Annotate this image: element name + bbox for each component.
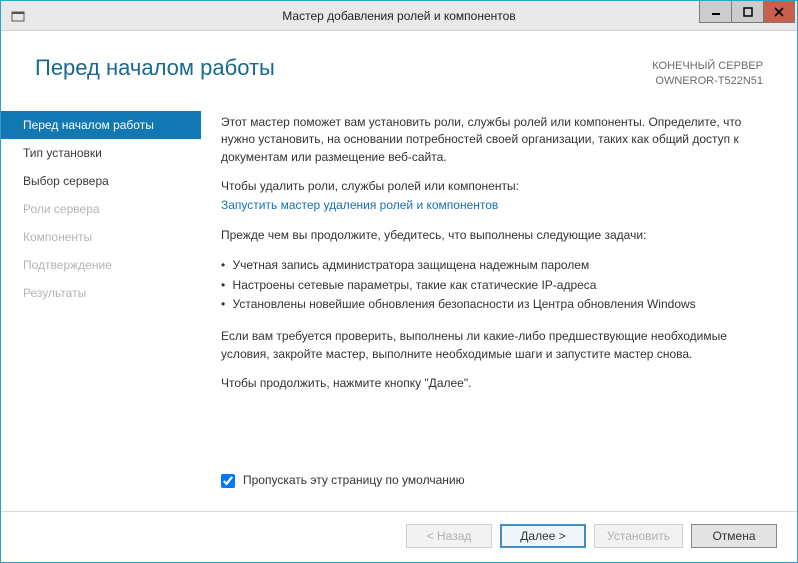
- prereq-intro: Прежде чем вы продолжите, убедитесь, что…: [221, 227, 763, 244]
- step-installation-type[interactable]: Тип установки: [1, 139, 201, 167]
- install-button: Установить: [594, 524, 683, 548]
- server-name: OWNEROR-T522N51: [652, 74, 763, 89]
- window-title: Мастер добавления ролей и компонентов: [1, 9, 797, 23]
- window-buttons: [699, 1, 797, 30]
- next-button[interactable]: Далее >: [500, 524, 586, 548]
- skip-checkbox[interactable]: [221, 474, 235, 488]
- wizard-body: Перед началом работы Тип установки Выбор…: [1, 99, 797, 511]
- remove-prefix: Чтобы удалить роли, службы ролей или ком…: [221, 178, 763, 195]
- back-button: < Назад: [406, 524, 492, 548]
- intro-text: Этот мастер поможет вам установить роли,…: [221, 114, 763, 166]
- content: Этот мастер поможет вам установить роли,…: [201, 99, 797, 511]
- cancel-button[interactable]: Отмена: [691, 524, 777, 548]
- skip-row: Пропускать эту страницу по умолчанию: [221, 472, 763, 489]
- step-server-selection[interactable]: Выбор сервера: [1, 167, 201, 195]
- prereq-list: Учетная запись администратора защищена н…: [221, 256, 763, 314]
- remove-wizard-link[interactable]: Запустить мастер удаления ролей и компон…: [221, 198, 498, 212]
- continue-text: Чтобы продолжить, нажмите кнопку "Далее"…: [221, 375, 763, 392]
- prereq-item: Настроены сетевые параметры, такие как с…: [221, 276, 763, 295]
- skip-label: Пропускать эту страницу по умолчанию: [243, 472, 465, 489]
- maximize-button[interactable]: [731, 1, 763, 23]
- step-confirmation: Подтверждение: [1, 251, 201, 279]
- step-results: Результаты: [1, 279, 201, 307]
- footer: < Назад Далее > Установить Отмена: [1, 511, 797, 562]
- app-icon: [9, 7, 27, 25]
- step-features: Компоненты: [1, 223, 201, 251]
- prereq-item: Учетная запись администратора защищена н…: [221, 256, 763, 275]
- step-server-roles: Роли сервера: [1, 195, 201, 223]
- wizard-header: Перед началом работы КОНЕЧНЫЙ СЕРВЕР OWN…: [1, 31, 797, 99]
- server-label: КОНЕЧНЫЙ СЕРВЕР: [652, 59, 763, 74]
- sidebar: Перед началом работы Тип установки Выбор…: [1, 99, 201, 511]
- close-button[interactable]: [763, 1, 795, 23]
- step-before-you-begin[interactable]: Перед началом работы: [1, 111, 201, 139]
- server-info: КОНЕЧНЫЙ СЕРВЕР OWNEROR-T522N51: [652, 59, 763, 90]
- minimize-button[interactable]: [699, 1, 731, 23]
- wizard-window: Мастер добавления ролей и компонентов Пе…: [0, 0, 798, 563]
- verify-text: Если вам требуется проверить, выполнены …: [221, 328, 763, 363]
- titlebar: Мастер добавления ролей и компонентов: [1, 1, 797, 31]
- prereq-item: Установлены новейшие обновления безопасн…: [221, 295, 763, 314]
- page-title: Перед началом работы: [35, 55, 275, 81]
